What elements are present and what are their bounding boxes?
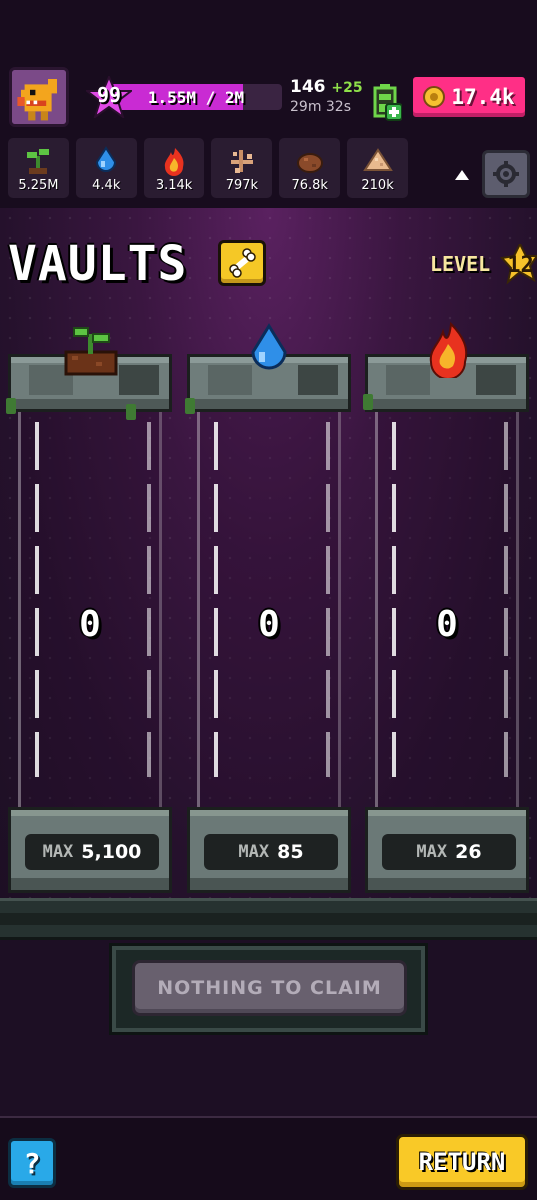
- vault-max-display: MAX 85: [204, 834, 338, 870]
- bottom-bar: ? RETURN: [0, 1116, 537, 1200]
- vault-base: MAX 26: [365, 807, 529, 893]
- resource-value: 3.14k: [155, 178, 193, 193]
- battery-plus-icon: [373, 84, 402, 121]
- vault-water[interactable]: 0 MAX 85: [185, 323, 351, 894]
- max-label: MAX: [238, 842, 270, 862]
- resource-dirt[interactable]: 76.8k: [279, 138, 341, 198]
- energy-display: 146 +25 29m 32s: [290, 77, 370, 121]
- vault-base: MAX 85: [187, 807, 351, 893]
- max-value: 26: [455, 841, 482, 863]
- page-title: VAULTS: [8, 236, 188, 292]
- energy-count: 146: [290, 77, 326, 97]
- vault-base: MAX 5,100: [8, 807, 172, 893]
- claim-panel: NOTHING TO CLAIM: [112, 946, 425, 1032]
- player-avatar[interactable]: [9, 67, 69, 127]
- energy-regen: +25: [331, 80, 363, 96]
- soil-sprout-icon: [62, 322, 118, 378]
- energy-count-row: 146 +25: [290, 77, 370, 97]
- water-drop-icon: [241, 322, 297, 378]
- resource-value: 210k: [361, 178, 394, 193]
- resource-seedling[interactable]: 5.25M: [8, 138, 69, 198]
- settings-button[interactable]: [482, 150, 530, 198]
- triangle-up-icon: [455, 170, 469, 180]
- resource-list: 5.25M 4.4k 3.14k 797k 76.8k 210k: [8, 138, 408, 198]
- vault-count: 0: [436, 604, 458, 645]
- return-button[interactable]: RETURN: [396, 1134, 528, 1190]
- flame-icon: [419, 322, 475, 378]
- resource-value: 5.25M: [18, 178, 59, 193]
- bone-button[interactable]: [218, 240, 266, 286]
- player-level: 99: [96, 83, 122, 107]
- sprout-icon: [27, 149, 50, 174]
- top-status-bar: 1.55M / 2M 99 146 +25 29m 32s 17.4k 5.25…: [0, 0, 537, 208]
- vault-max-display: MAX 26: [382, 834, 516, 870]
- max-value: 85: [277, 841, 304, 863]
- add-energy-button[interactable]: [372, 82, 402, 122]
- dirt-clump-icon: [296, 153, 323, 173]
- vault-count: 0: [258, 604, 280, 645]
- vault-fire[interactable]: 0 MAX 26: [363, 322, 529, 894]
- vault-count: 0: [79, 604, 101, 645]
- vault-level-value: 12: [507, 252, 534, 278]
- water-drop-icon: [96, 146, 117, 172]
- max-label: MAX: [42, 842, 74, 862]
- vault-level-label: LEVEL: [430, 252, 491, 276]
- max-label: MAX: [416, 842, 448, 862]
- resource-value: 76.8k: [291, 178, 328, 193]
- resource-value: 4.4k: [92, 178, 121, 193]
- max-value: 5,100: [81, 841, 142, 863]
- bone-icon: [229, 248, 256, 278]
- gear-icon: [493, 161, 519, 187]
- energy-timer: 29m 32s: [290, 99, 352, 115]
- coin-icon: [423, 86, 446, 108]
- sand-pile-icon: [362, 148, 393, 171]
- stone-shelf: [0, 898, 537, 940]
- dino-avatar-icon: [12, 70, 66, 124]
- resource-value: 797k: [225, 178, 259, 193]
- xp-text: 1.55M / 2M: [147, 87, 245, 107]
- resource-sand[interactable]: 210k: [347, 138, 408, 198]
- claim-button[interactable]: NOTHING TO CLAIM: [132, 960, 407, 1016]
- coins-button[interactable]: 17.4k: [410, 74, 528, 120]
- resource-fire[interactable]: 3.14k: [143, 138, 205, 198]
- vault-soil[interactable]: 0 MAX 5,100: [6, 327, 172, 894]
- resource-bones[interactable]: 797k: [211, 138, 273, 198]
- resource-water[interactable]: 4.4k: [75, 138, 137, 198]
- vault-max-display: MAX 5,100: [25, 834, 159, 870]
- flame-icon: [164, 148, 184, 176]
- coins-amount: 17.4k: [451, 85, 515, 109]
- help-button[interactable]: ?: [8, 1138, 56, 1188]
- bone-pile-icon: [230, 150, 253, 173]
- xp-progress-bar: 1.55M / 2M: [110, 84, 282, 110]
- collapse-resources-button[interactable]: [450, 165, 474, 185]
